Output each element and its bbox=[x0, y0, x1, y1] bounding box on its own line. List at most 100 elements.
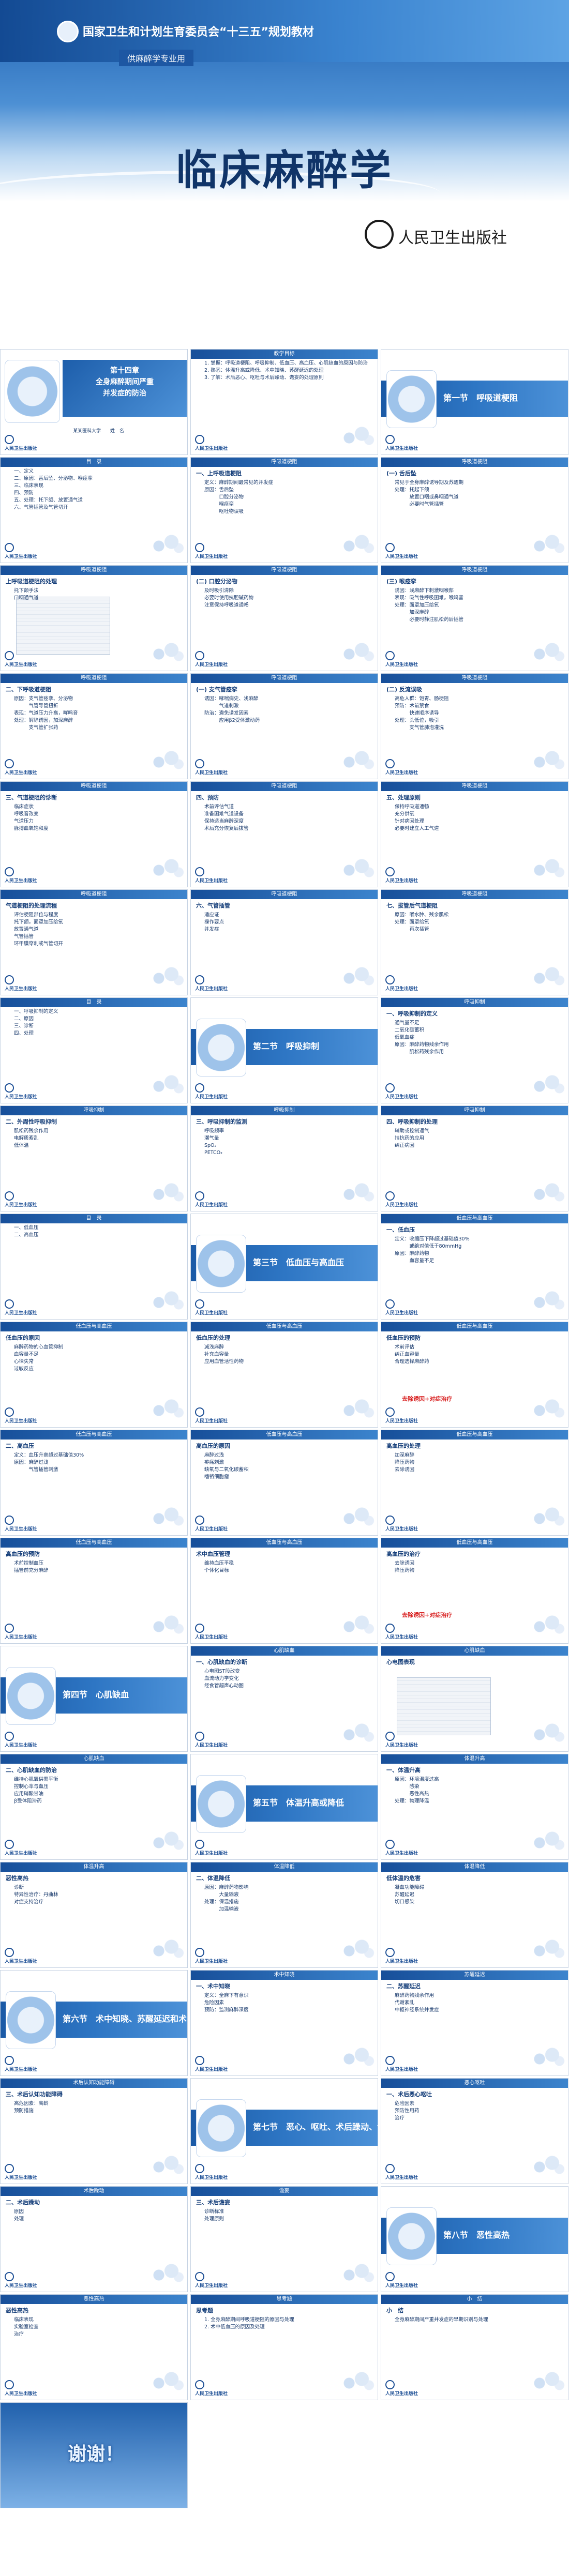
slide-thumbnail[interactable]: 低血压与高血压二、高血压定义：血压升高超过基础值30%原因：麻醉过浅 气管插管刺… bbox=[0, 1430, 188, 1536]
bullet-item: 加深麻醉 bbox=[395, 1452, 564, 1459]
slide-thumbnail[interactable]: 思考题思考题1. 全身麻醉期间呼吸道梗阻的原因与处理2. 术中低血压的原因及处理… bbox=[190, 2294, 378, 2400]
slide-thumbnail[interactable]: 呼吸抑制四、呼吸抑制的处理辅助或控制通气拮抗药的应用纠正病因人民卫生出版社 bbox=[381, 1105, 568, 1211]
slide-header: 目 录 bbox=[1, 1214, 187, 1223]
slide-thumbnail[interactable]: 心肌缺血二、心肌缺血的防治维持心肌氧供需平衡控制心率与血压应用硝酸甘油β受体阻滞… bbox=[0, 1754, 188, 1860]
slide-thumbnail[interactable]: 体温降低二、体温降低原因：麻醉药物影响 大量输液处理：保温措施 加温输液人民卫生… bbox=[190, 1862, 378, 1968]
slide-thumbnail[interactable]: 呼吸道梗阻二、下呼吸道梗阻原因：支气管痉挛、分泌物 气管导管扭折表现：气道压力升… bbox=[0, 673, 188, 779]
slide-thumbnail[interactable]: 第七节 恶心、呕吐、术后躁动、谵妄人民卫生出版社 bbox=[190, 2078, 378, 2184]
slide-thumbnail[interactable]: 苏醒延迟二、苏醒延迟麻醉药物残余作用代谢紊乱中枢神经系统并发症人民卫生出版社 bbox=[381, 1970, 568, 2076]
slide-thumbnail[interactable]: 术后认知功能障碍三、术后认知功能障碍高危因素：高龄预防措施人民卫生出版社 bbox=[0, 2078, 188, 2184]
publisher-logo-icon bbox=[5, 1516, 14, 1525]
bullet-list: 肌松药残余作用电解质紊乱低体温 bbox=[1, 1127, 187, 1149]
slide-thumbnail[interactable]: 低血压与高血压高血压的原因麻醉过浅疼痛刺激缺氧与二氧化碳蓄积嗜铬细胞瘤人民卫生出… bbox=[190, 1430, 378, 1536]
slide-footer: 人民卫生出版社 bbox=[195, 2175, 228, 2180]
slide-thumbnail[interactable]: 术后躁动二、术后躁动原因处理人民卫生出版社 bbox=[0, 2186, 188, 2292]
slide-thumbnail[interactable]: 低血压与高血压高血压的预防术前控制血压插管前充分麻醉人民卫生出版社 bbox=[0, 1538, 188, 1644]
slide-title: 二、心肌缺血的防治 bbox=[6, 1767, 57, 1774]
slide-thumbnail[interactable]: 呼吸道梗阻五、处理原则保持呼吸道通畅充分供氧针对病因处理必要时建立人工气道人民卫… bbox=[381, 781, 568, 887]
slide-thumbnail[interactable]: 第四节 心肌缺血 人民卫生出版社 bbox=[0, 1646, 188, 1752]
slide-thumbnail[interactable]: 呼吸道梗阻七、拔管后气道梗阻原因：喉水肿、残余肌松处理：面罩给氧 再次插管人民卫… bbox=[381, 889, 568, 995]
bullet-item: 注意保持呼吸道通畅 bbox=[204, 602, 373, 609]
bullet-item: 合理选择麻醉药 bbox=[395, 1358, 564, 1366]
slide-thumbnail[interactable]: 呼吸道梗阻上呼吸道梗阻的处理托下颌手法口咽通气道人民卫生出版社 bbox=[0, 565, 188, 671]
slide-thumbnail[interactable]: 谢谢！ bbox=[0, 2402, 188, 2508]
globe-image bbox=[196, 1235, 246, 1293]
slide-thumbnail[interactable]: 呼吸道梗阻 (二) 口腔分泌物及时吸引清除必要时使用抗胆碱药物注意保持呼吸道通畅人… bbox=[190, 565, 378, 671]
slide-thumbnail[interactable]: 体温升高一、体温升高原因：环境温度过高 感染 恶性高热处理：物理降温人民卫生出版… bbox=[381, 1754, 568, 1860]
slide-thumbnail[interactable]: 第一节 呼吸道梗阻 人民卫生出版社 bbox=[381, 349, 568, 455]
slide-footer: 人民卫生出版社 bbox=[195, 770, 228, 776]
slide-thumbnail[interactable]: 恶心呕吐一、术后恶心呕吐危险因素预防性用药治疗人民卫生出版社 bbox=[381, 2078, 568, 2184]
slide-thumbnail[interactable]: 恶性高热恶性高热临床表现实验室检查治疗人民卫生出版社 bbox=[0, 2294, 188, 2400]
slide-thumbnail[interactable]: 呼吸抑制三、呼吸抑制的监测呼吸频率潮气量SpO₂PETCO₂ 人民卫生出版社 bbox=[190, 1105, 378, 1211]
slide-thumbnail[interactable]: 心肌缺血一、心肌缺血的诊断心电图ST段改变血流动力学变化经食管超声心动图人民卫生… bbox=[190, 1646, 378, 1752]
slide-thumbnail[interactable]: 小 结小 结全身麻醉期间严重并发症的早期识别与处理人民卫生出版社 bbox=[381, 2294, 568, 2400]
bullet-list: 临床表现实验室检查治疗 bbox=[1, 2315, 187, 2338]
publisher-logo-icon bbox=[385, 975, 395, 984]
slide-thumbnail[interactable]: 第八节 恶性高热 人民卫生出版社 bbox=[381, 2186, 568, 2292]
bubbles-decoration bbox=[148, 2263, 184, 2283]
bullet-item: 治疗 bbox=[14, 2331, 183, 2338]
slide-thumbnail[interactable]: 呼吸道梗阻气道梗阻的处理流程评估梗阻部位与程度托下颌，面罩加压给氧放置通气道气管… bbox=[0, 889, 188, 995]
slide-thumbnail[interactable]: 呼吸抑制一、呼吸抑制的定义通气量不足二氧化碳蓄积低氧血症原因：麻醉药物残余作用 … bbox=[381, 997, 568, 1103]
bubbles-decoration bbox=[148, 858, 184, 878]
slide-thumbnail[interactable]: 第六节 术中知晓、苏醒延迟和术后认知功能障碍人民卫生出版社 bbox=[0, 1970, 188, 2076]
slide-thumbnail[interactable]: 呼吸道梗阻 (一) 支气管痉挛诱因：哮喘病史、浅麻醉 气道刺激防治：避免诱发因素 … bbox=[190, 673, 378, 779]
slide-thumbnail[interactable]: 目 录一、低血压二、高血压人民卫生出版社 bbox=[0, 1214, 188, 1320]
slide-thumbnail[interactable]: 低血压与高血压高血压的处理加深麻醉降压药物去除诱因人民卫生出版社 bbox=[381, 1430, 568, 1536]
slide-thumbnail[interactable]: 目 录一、定义二、原因：舌后坠、分泌物、喉痉挛三、临床表现四、预防五、处理：托下… bbox=[0, 457, 188, 563]
slide-thumbnail[interactable]: 第二节 呼吸抑制 人民卫生出版社 bbox=[190, 997, 378, 1103]
slide-thumbnail[interactable]: 呼吸道梗阻一、上呼吸道梗阻定义：麻醉期间最常见的并发症原因：舌后坠 口腔分泌物 … bbox=[190, 457, 378, 563]
slide-title: 一、呼吸抑制的定义 bbox=[386, 1010, 438, 1017]
slide-thumbnail[interactable]: 呼吸道梗阻三、气道梗阻的诊断临床症状呼吸音改变气道压力脉搏血氧饱和度人民卫生出版… bbox=[0, 781, 188, 887]
globe-image bbox=[6, 1991, 56, 2049]
slide-thumbnail[interactable]: 低血压与高血压低血压的原因麻醉药物的心血管抑制血容量不足心律失常过敏反应人民卫生… bbox=[0, 1322, 188, 1428]
slide-thumbnail[interactable]: 谵妄三、术后谵妄诊断标准处理原则人民卫生出版社 bbox=[190, 2186, 378, 2292]
bullet-list: 维持心肌氧供需平衡控制心率与血压应用硝酸甘油β受体阻滞药 bbox=[1, 1775, 187, 1805]
publisher-logo-icon bbox=[5, 543, 14, 552]
slide-title: 二、外周性呼吸抑制 bbox=[6, 1118, 57, 1125]
publisher-logo-icon bbox=[5, 435, 14, 444]
slide-header: 呼吸道梗阻 bbox=[191, 458, 378, 467]
slide-thumbnail[interactable]: 低血压与高血压高血压的治疗去除诱因降压药物去除诱因+对症治疗人民卫生出版社 bbox=[381, 1538, 568, 1644]
bullet-item: 表现：气道压力升高，哮鸣音 bbox=[14, 710, 183, 717]
slide-thumbnail[interactable]: 低血压与高血压低血压的预防术前评估纠正血容量合理选择麻醉药去除诱因+对症治疗人民… bbox=[381, 1322, 568, 1428]
slide-header: 低血压与高血压 bbox=[381, 1430, 568, 1439]
slide-thumbnail[interactable]: 第三节 低血压与高血压 人民卫生出版社 bbox=[190, 1214, 378, 1320]
slide-thumbnail[interactable]: 第五节 体温升高或降低 人民卫生出版社 bbox=[190, 1754, 378, 1860]
slide-thumbnail[interactable]: 呼吸抑制二、外周性呼吸抑制肌松药残余作用电解质紊乱低体温人民卫生出版社 bbox=[0, 1105, 188, 1211]
bullet-list bbox=[381, 1667, 568, 1668]
bullet-item: 诊断 bbox=[14, 1884, 183, 1891]
slide-thumbnail[interactable]: 呼吸道梗阻 (一) 舌后坠常见于全身麻醉诱导期及苏醒期处理：托起下颌 放置口咽或鼻… bbox=[381, 457, 568, 563]
slide-title: 一、术后恶心呕吐 bbox=[386, 2091, 432, 2098]
slide-title: 低血压的原因 bbox=[6, 1335, 40, 1341]
slide-thumbnail[interactable]: 体温升高恶性高热诊断特异性治疗：丹曲林对症支持治疗人民卫生出版社 bbox=[0, 1862, 188, 1968]
slide-thumbnail[interactable]: 教学目标1. 掌握：呼吸道梗阻、呼吸抑制、低血压、高血压、心肌缺血的原因与防治2… bbox=[190, 349, 378, 455]
slide-title: 低血压的预防 bbox=[386, 1335, 421, 1341]
publisher-logo-icon bbox=[5, 867, 14, 876]
bullet-item: 原因：喉水肿、残余肌松 bbox=[395, 912, 564, 919]
bullet-item: 处理：面罩给氧 bbox=[395, 919, 564, 926]
slide-thumbnail[interactable]: 呼吸道梗阻四、预防术前评估气道准备困难气道设备保持适当麻醉深度术后充分恢复后拔管… bbox=[190, 781, 378, 887]
bubbles-decoration bbox=[529, 1182, 565, 1203]
slide-header: 心肌缺血 bbox=[381, 1646, 568, 1656]
bubbles-decoration bbox=[338, 1182, 375, 1203]
slide-thumbnail[interactable]: 体温降低低体温的危害凝血功能障碍苏醒延迟切口感染人民卫生出版社 bbox=[381, 1862, 568, 1968]
slide-thumbnail[interactable]: 低血压与高血压低血压的处理减浅麻醉补充血容量应用血管活性药物人民卫生出版社 bbox=[190, 1322, 378, 1428]
slide-thumbnail[interactable]: 呼吸道梗阻六、气管插管适应证操作要点并发症人民卫生出版社 bbox=[190, 889, 378, 995]
slide-footer: 人民卫生出版社 bbox=[195, 1527, 228, 1532]
slide-footer: 人民卫生出版社 bbox=[5, 1743, 38, 1748]
slide-thumbnail[interactable]: 心肌缺血 心电图表现 人民卫生出版社 bbox=[381, 1646, 568, 1752]
slide-thumbnail[interactable]: 呼吸道梗阻 (三) 喉痉挛诱因：浅麻醉下刺激咽喉部表现：吸气性呼吸困难，喉鸣音处理… bbox=[381, 565, 568, 671]
bullet-item: 1. 掌握：呼吸道梗阻、呼吸抑制、低血压、高血压、心肌缺血的原因与防治 bbox=[204, 360, 373, 367]
publisher-logo-icon bbox=[385, 759, 395, 768]
slide-thumbnail[interactable]: 低血压与高血压一、低血压定义：收缩压下降超过基础值30% 或绝对值低于80mmH… bbox=[381, 1214, 568, 1320]
bullet-item: 原因 bbox=[14, 2208, 183, 2216]
slide-title: 二、高血压 bbox=[6, 1443, 34, 1449]
slide-footer: 人民卫生出版社 bbox=[385, 1203, 418, 1208]
slide-thumbnail[interactable]: 呼吸道梗阻 (二) 反流误吸高危人群：饱胃、肠梗阻预防：术前禁食 快速顺序诱导处理… bbox=[381, 673, 568, 779]
slide-thumbnail[interactable]: 目 录一、呼吸抑制的定义二、原因三、诊断四、处理人民卫生出版社 bbox=[0, 997, 188, 1103]
slide-thumbnail[interactable]: 低血压与高血压术中血压管理维持血压平稳个体化目标人民卫生出版社 bbox=[190, 1538, 378, 1644]
slide-thumbnail[interactable]: 术中知晓一、术中知晓定义：全麻下有意识危险因素预防：监测麻醉深度人民卫生出版社 bbox=[190, 1970, 378, 2076]
slide-thumbnail[interactable]: 第十四章 全身麻醉期间严重 并发症的防治 某某医科大学 姓 名人民卫生出版社 bbox=[0, 349, 188, 455]
